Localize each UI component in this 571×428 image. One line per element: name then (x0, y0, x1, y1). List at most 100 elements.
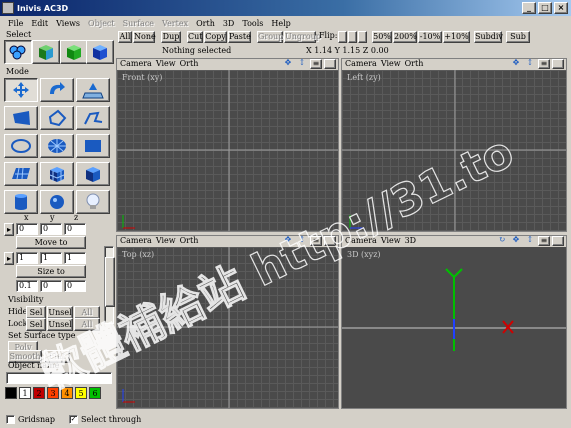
select-none-button[interactable]: None (133, 31, 156, 43)
3d-viewport[interactable]: Camera View 3D ↻ ✥ ↕ ≡ 3D (xyz) (341, 235, 567, 409)
palette-swatch-6[interactable]: 6 (89, 387, 101, 399)
mode-rotate-button[interactable] (40, 78, 74, 102)
select-surfaces-button[interactable] (86, 40, 114, 64)
move-x-field[interactable]: 0 (16, 223, 38, 235)
size-x-field[interactable]: 1 (16, 252, 38, 264)
flip-y-button[interactable] (348, 31, 357, 43)
menu-surface[interactable]: Surface (119, 19, 158, 28)
close-button[interactable]: × (554, 2, 568, 14)
create-rectangle-button[interactable] (76, 134, 110, 158)
menu-vertex[interactable]: Vertex (158, 19, 192, 28)
create-cylinder-button[interactable] (4, 190, 38, 214)
object-name-field[interactable] (6, 372, 112, 384)
menu-object[interactable]: Object (84, 19, 119, 28)
cut-button[interactable]: Cut (187, 31, 203, 43)
zoom-arrows-icon[interactable]: ↕ (296, 236, 308, 246)
camera-menu[interactable]: Camera (345, 236, 377, 247)
view-menu[interactable]: View (381, 59, 401, 70)
menu-tools[interactable]: Tools (238, 19, 267, 28)
palette-swatch-1[interactable]: 1 (19, 387, 31, 399)
create-mesh-button[interactable] (4, 162, 38, 186)
pan-arrows-icon[interactable]: ✥ (282, 59, 294, 69)
scrollbar-thumb[interactable] (105, 257, 115, 307)
maximize-viewport-icon[interactable] (324, 236, 336, 246)
select-through-checkbox[interactable]: ✓ (69, 415, 79, 424)
subdivide-button[interactable]: Subdiv (474, 31, 503, 43)
palette-swatch-4[interactable]: 4 (61, 387, 73, 399)
sub-button[interactable]: Sub (506, 31, 530, 43)
duplicate-button[interactable]: Dup (161, 31, 181, 43)
move-to-button[interactable]: Move to (16, 236, 86, 249)
paste-button[interactable]: Paste (228, 31, 251, 43)
palette-swatch-2[interactable]: 2 (33, 387, 45, 399)
select-all-button[interactable]: All (118, 31, 132, 43)
zoom-arrows-icon[interactable]: ↕ (296, 59, 308, 69)
create-circle-button[interactable] (4, 134, 38, 158)
zoom-200-button[interactable]: 200% (393, 31, 417, 43)
viewport-settings-icon[interactable]: ≡ (310, 236, 322, 246)
orth-menu[interactable]: Orth (405, 59, 424, 70)
zoom-plus-10-button[interactable]: +10% (443, 31, 470, 43)
third-z-field[interactable]: 0 (64, 280, 86, 292)
viewport-settings-icon[interactable]: ≡ (538, 236, 550, 246)
palette-swatch-5[interactable]: 5 (75, 387, 87, 399)
size-y-field[interactable]: 1 (40, 252, 62, 264)
flip-z-button[interactable] (358, 31, 367, 43)
size-z-field[interactable]: 1 (64, 252, 86, 264)
menu-file[interactable]: File (4, 19, 27, 28)
zoom-arrows-icon[interactable]: ↕ (524, 59, 536, 69)
select-groups-button[interactable] (60, 40, 88, 64)
size-arrow-button[interactable]: ▸ (4, 252, 14, 265)
zoom-arrows-icon[interactable]: ↕ (524, 236, 536, 246)
create-polyline-button[interactable] (40, 106, 74, 130)
move-z-field[interactable]: 0 (64, 223, 86, 235)
maximize-viewport-icon[interactable] (324, 59, 336, 69)
viewport-settings-icon[interactable]: ≡ (310, 59, 322, 69)
menu-orth[interactable]: Orth (192, 19, 219, 28)
create-disk-button[interactable] (40, 134, 74, 158)
orth-menu[interactable]: Orth (180, 236, 199, 247)
gridsnap-checkbox[interactable] (6, 415, 15, 424)
camera-menu[interactable]: Camera (120, 236, 152, 247)
front-viewport[interactable]: Camera View Orth ✥ ↕ ≡ Front (xy) (116, 58, 339, 232)
pan-arrows-icon[interactable]: ✥ (282, 236, 294, 246)
group-button[interactable]: Group (257, 31, 283, 43)
camera-menu[interactable]: Camera (345, 59, 377, 70)
lock-unsel-button[interactable]: Unsel (47, 318, 73, 331)
palette-swatch-black[interactable] (5, 387, 17, 399)
third-x-field[interactable]: 0.1 (16, 280, 38, 292)
menu-views[interactable]: Views (52, 19, 84, 28)
view-menu[interactable]: View (156, 236, 176, 247)
select-vertices-button[interactable] (4, 40, 32, 64)
create-box-button[interactable] (76, 162, 110, 186)
ungroup-button[interactable]: Ungroup (284, 31, 321, 43)
menu-edit[interactable]: Edit (27, 19, 52, 28)
mode-move-button[interactable] (4, 78, 38, 102)
maximize-button[interactable]: □ (538, 2, 552, 14)
maximize-viewport-icon[interactable] (552, 236, 564, 246)
create-sphere-button[interactable] (40, 190, 74, 214)
third-y-field[interactable]: 0 (40, 280, 62, 292)
pan-arrows-icon[interactable]: ✥ (510, 59, 522, 69)
create-box-mesh-button[interactable] (40, 162, 74, 186)
create-line-button[interactable] (76, 106, 110, 130)
menu-help[interactable]: Help (267, 19, 294, 28)
create-poly-button[interactable] (4, 106, 38, 130)
camera-menu[interactable]: Camera (120, 59, 152, 70)
left-viewport[interactable]: Camera View Orth ✥ ↕ ≡ Left (zy) (341, 58, 567, 232)
size-to-button[interactable]: Size to (16, 265, 86, 278)
zoom-50-button[interactable]: 50% (372, 31, 392, 43)
pan-arrows-icon[interactable]: ✥ (510, 236, 522, 246)
view-menu[interactable]: View (381, 236, 401, 247)
move-arrow-button[interactable]: ▸ (4, 223, 14, 236)
viewport-settings-icon[interactable]: ≡ (538, 59, 550, 69)
flip-x-button[interactable] (338, 31, 347, 43)
move-y-field[interactable]: 0 (40, 223, 62, 235)
left-panel-scrollbar[interactable] (104, 246, 115, 324)
lock-all-button[interactable]: All (74, 318, 100, 331)
copy-button[interactable]: Copy (204, 31, 227, 43)
maximize-viewport-icon[interactable] (552, 59, 564, 69)
select-objects-button[interactable] (32, 40, 60, 64)
zoom-minus-10-button[interactable]: -10% (418, 31, 442, 43)
palette-swatch-3[interactable]: 3 (47, 387, 59, 399)
